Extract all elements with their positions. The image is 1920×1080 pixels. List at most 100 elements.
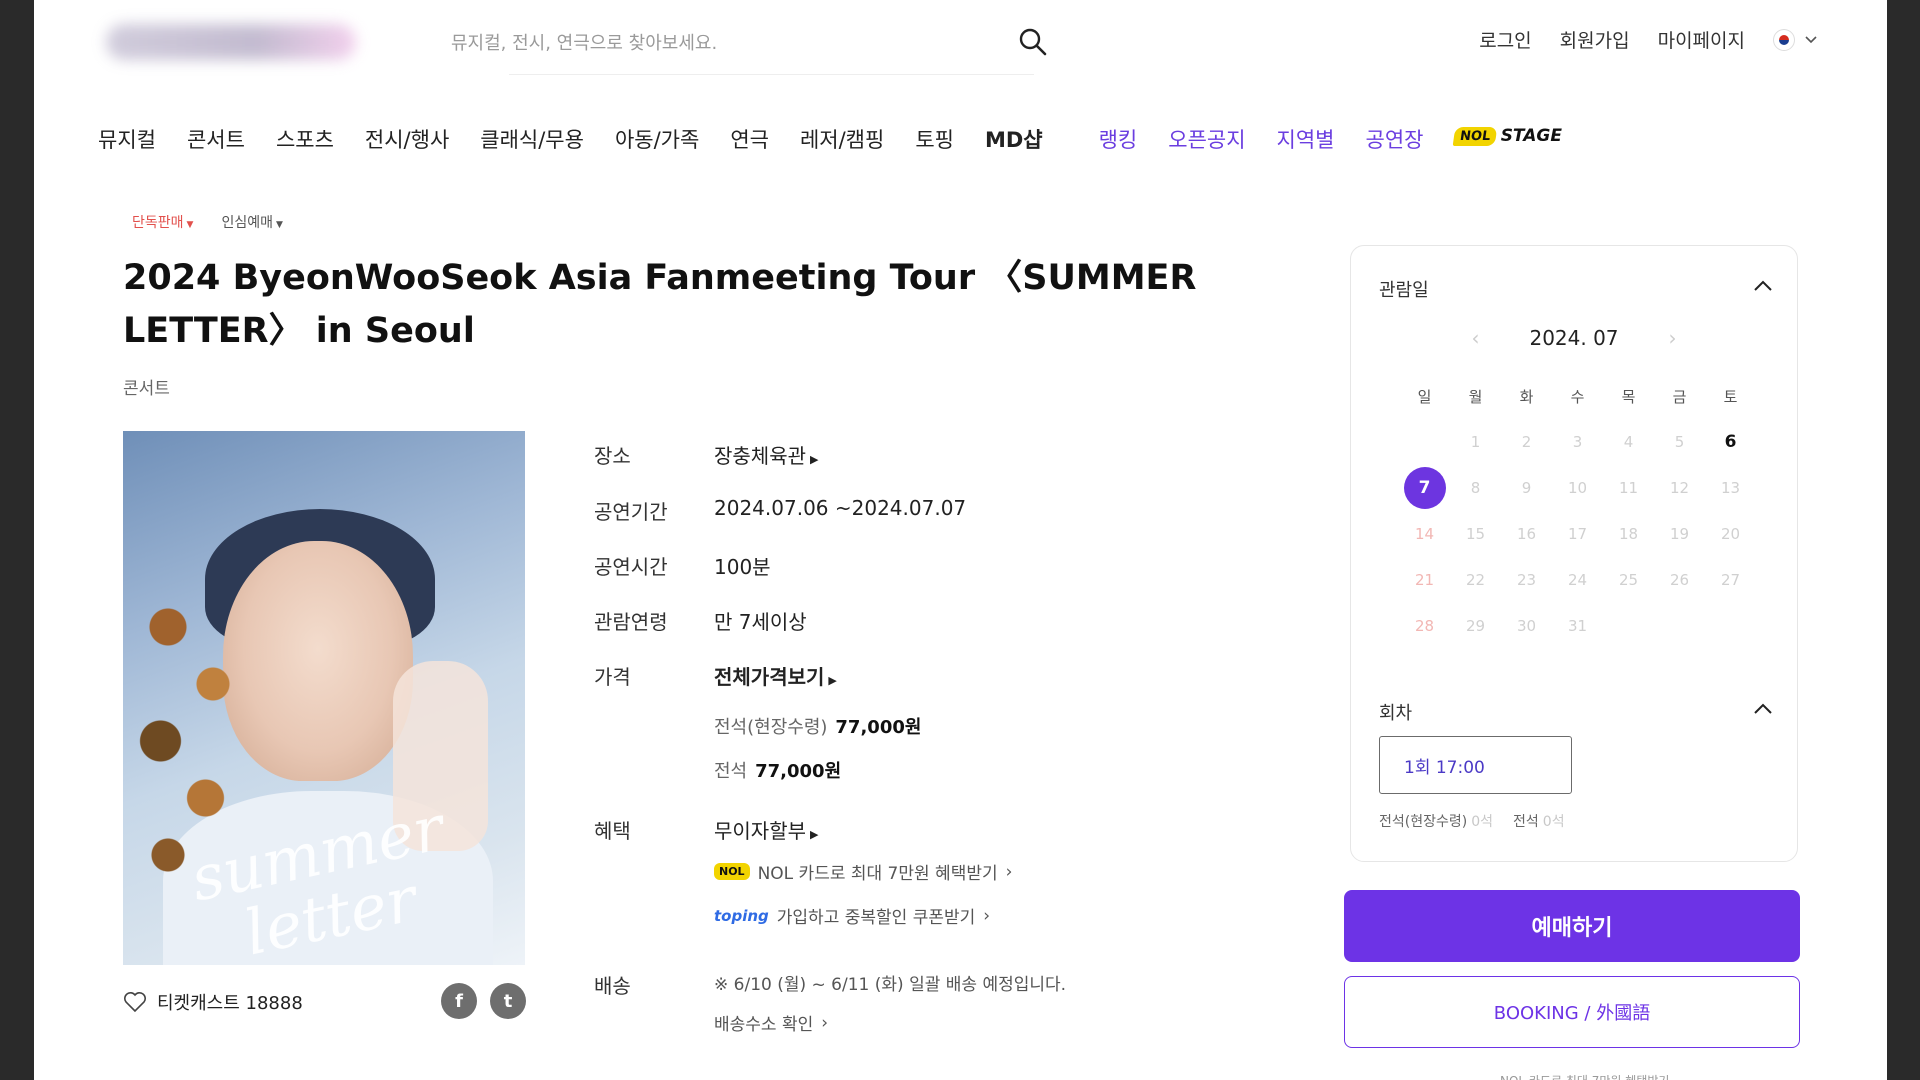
calendar-day: 16 xyxy=(1516,525,1537,543)
nol-logo: NOL xyxy=(714,863,750,880)
chevron-up-icon[interactable] xyxy=(1753,703,1773,715)
caret-right-icon: ▶ xyxy=(828,674,837,687)
runtime-label: 공연시간 xyxy=(594,555,668,579)
calendar-day: 24 xyxy=(1567,571,1588,589)
date-section-title: 관람일 xyxy=(1379,280,1429,301)
price-item: 전석(현장수령) 77,000원 xyxy=(714,717,922,738)
delivery-row: 배송 ※ 6/10 (월) ~ 6/11 (화) 일괄 배송 예정입니다. 배송… xyxy=(594,970,1274,1035)
search-icon[interactable] xyxy=(1017,26,1049,58)
calendar-weekday: 토 xyxy=(1723,387,1738,406)
sale-chips: 단독판매 ▼ 인심예매 ▼ xyxy=(132,212,283,232)
calendar-weekday: 수 xyxy=(1570,387,1585,406)
nav-concert[interactable]: 콘서트 xyxy=(187,124,245,154)
price-label: 가격 xyxy=(594,665,631,689)
calendar-day: 8 xyxy=(1470,479,1481,497)
nol-card-benefit[interactable]: NOL NOL 카드로 최대 7만원 혜택받기 › xyxy=(714,859,1012,884)
delivery-note: ※ 6/10 (월) ~ 6/11 (화) 일괄 배송 예정입니다. xyxy=(714,975,1067,995)
calendar-day: 10 xyxy=(1567,479,1588,497)
toping-benefit[interactable]: toping 가입하고 중복할인 쿠폰받기 › xyxy=(714,903,991,929)
calendar-day[interactable]: 7 xyxy=(1399,467,1450,509)
calendar-day: 14 xyxy=(1414,525,1435,543)
signup-link[interactable]: 회원가입 xyxy=(1560,26,1630,53)
search-underline xyxy=(509,74,1034,75)
heart-icon[interactable] xyxy=(123,991,147,1013)
age-row: 관람연령 만 7세이상 xyxy=(594,606,1274,661)
calendar-day[interactable]: 6 xyxy=(1705,432,1756,452)
calendar-day: 20 xyxy=(1720,525,1741,543)
category-nav: 뮤지컬 콘서트 스포츠 전시/행사 클래식/무용 아동/가족 연극 레저/캠핑 … xyxy=(98,124,1562,154)
all-prices-link[interactable]: 전체가격보기 ▶ xyxy=(714,661,837,690)
nav-ranking[interactable]: 랭킹 xyxy=(1099,124,1138,154)
session-option[interactable]: 1회 17:00 xyxy=(1379,736,1572,794)
nav-family[interactable]: 아동/가족 xyxy=(615,124,699,154)
nav-exhibition[interactable]: 전시/행사 xyxy=(365,124,449,154)
calendar-day: 22 xyxy=(1465,571,1486,589)
chevron-right-icon: › xyxy=(1005,861,1013,882)
exclusive-sale-chip[interactable]: 단독판매 ▼ xyxy=(132,212,193,232)
nav-region[interactable]: 지역별 xyxy=(1277,124,1335,154)
delivery-label: 배송 xyxy=(594,974,631,998)
chevron-right-icon: › xyxy=(983,905,991,926)
site-logo[interactable] xyxy=(106,24,356,60)
nav-mdshop[interactable]: MD샵 xyxy=(985,124,1043,154)
login-link[interactable]: 로그인 xyxy=(1479,26,1531,53)
calendar-week-row: 28 29 30 31 xyxy=(1399,603,1759,649)
runtime-row: 공연시간 100분 xyxy=(594,551,1274,606)
age-label: 관람연령 xyxy=(594,610,668,634)
benefit-row: 혜택 무이자할부 ▶ NOL NOL 카드로 최대 7만원 혜택받기 › topin… xyxy=(594,815,1274,970)
month-label: 2024. 07 xyxy=(1529,326,1619,350)
prev-month-icon[interactable]: ‹ xyxy=(1471,326,1479,350)
language-selector[interactable] xyxy=(1773,28,1817,51)
next-month-icon[interactable]: › xyxy=(1669,326,1677,350)
book-button[interactable]: 예매하기 xyxy=(1344,890,1800,962)
calendar-day: 18 xyxy=(1618,525,1639,543)
like-count: 티켓캐스트 18888 xyxy=(157,993,303,1014)
calendar-weekday: 금 xyxy=(1672,387,1687,406)
share-buttons: f t xyxy=(441,983,526,1019)
calendar-weekday: 화 xyxy=(1519,387,1534,406)
calendar-week-row: 1 2 3 4 5 6 xyxy=(1399,419,1759,465)
mypage-link[interactable]: 마이페이지 xyxy=(1658,26,1745,53)
like-area[interactable]: 티켓캐스트 18888 xyxy=(123,989,303,1015)
venue-row: 장소 장충체육관 ▶ xyxy=(594,440,1274,496)
chevron-right-icon: › xyxy=(821,1012,829,1033)
price-row: 가격 전체가격보기 ▶ 전석(현장수령) 77,000원 전석 77,000원 xyxy=(594,661,1274,815)
calendar-day: 3 xyxy=(1572,433,1583,451)
chevron-up-icon[interactable] xyxy=(1753,280,1773,292)
calendar-day: 27 xyxy=(1720,571,1741,589)
nol-logo: NOL xyxy=(1453,126,1499,146)
popular-booking-chip[interactable]: 인심예매 ▼ xyxy=(221,212,282,232)
nav-sports[interactable]: 스포츠 xyxy=(276,124,334,154)
delivery-address-link[interactable]: 배송수소 확인 › xyxy=(714,1010,829,1036)
calendar-day: 4 xyxy=(1623,433,1634,451)
foreign-booking-button[interactable]: BOOKING / 外國語 xyxy=(1344,976,1800,1048)
nav-leisure[interactable]: 레저/캠핑 xyxy=(800,124,884,154)
nav-musical[interactable]: 뮤지컬 xyxy=(98,124,156,154)
installment-link[interactable]: 무이자할부 ▶ xyxy=(714,815,818,844)
calendar-week-row: 14 15 16 17 18 19 20 xyxy=(1399,511,1759,557)
event-info: 장소 장충체육관 ▶ 공연기간 2024.07.06 ~2024.07.07 공연… xyxy=(594,440,1274,1035)
calendar-day: 15 xyxy=(1465,525,1486,543)
calendar-day: 29 xyxy=(1465,617,1486,635)
search-input[interactable] xyxy=(449,20,993,66)
period-row: 공연기간 2024.07.06 ~2024.07.07 xyxy=(594,496,1274,551)
seat-item: 전석(현장수령) 0석 xyxy=(1379,814,1494,830)
calendar-grid: 일 월 화 수 목 금 토 1 2 3 4 5 6 7 8 9 10 11 12 13 14 15 16 17 18 19 20 21… xyxy=(1399,373,1759,649)
seat-availability: 전석(현장수령) 0석 전석 0석 xyxy=(1379,811,1565,831)
calendar-weekday: 월 xyxy=(1468,387,1483,406)
nav-venue[interactable]: 공연장 xyxy=(1366,124,1424,154)
cutoff-text: NOL 카드로 최대 7만원 혜택받기 xyxy=(1500,1072,1669,1080)
nol-stage-link[interactable]: NOL STAGE xyxy=(1453,126,1562,146)
facebook-share-icon[interactable]: f xyxy=(441,983,477,1019)
calendar-day: 21 xyxy=(1414,571,1435,589)
nav-open-notice[interactable]: 오픈공지 xyxy=(1168,124,1245,154)
nav-classic[interactable]: 클래식/무용 xyxy=(480,124,584,154)
venue-link[interactable]: 장충체육관 ▶ xyxy=(714,440,818,469)
twitter-share-icon[interactable]: t xyxy=(490,983,526,1019)
nav-play[interactable]: 연극 xyxy=(730,124,769,154)
nav-toping[interactable]: 토핑 xyxy=(915,124,954,154)
calendar-week-row: 7 8 9 10 11 12 13 xyxy=(1399,465,1759,511)
stage-label: STAGE xyxy=(1500,126,1562,146)
search-bar xyxy=(449,20,1049,66)
calendar-day: 28 xyxy=(1414,617,1435,635)
